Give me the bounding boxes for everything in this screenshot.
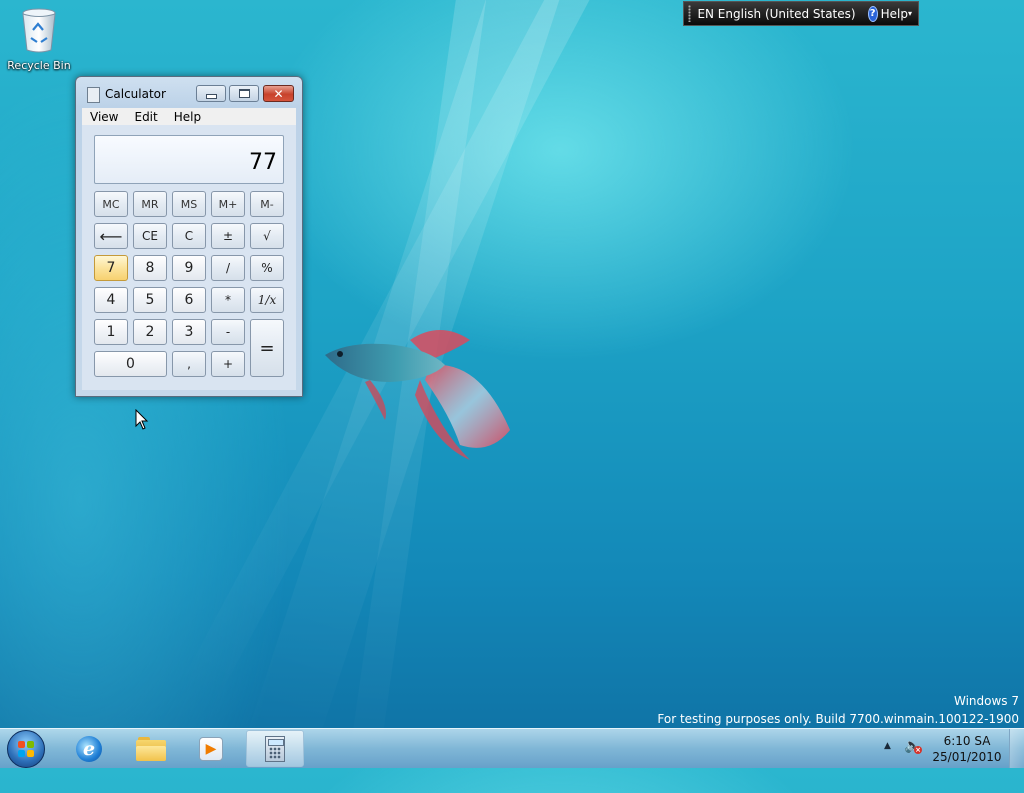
digit-3-button[interactable]: 3 bbox=[172, 319, 206, 345]
sqrt-button[interactable]: √ bbox=[250, 223, 284, 249]
digit-7-button[interactable]: 7 bbox=[94, 255, 128, 281]
equals-button[interactable]: = bbox=[250, 319, 284, 377]
media-player-icon: ▶ bbox=[199, 736, 223, 761]
clock[interactable]: 6:10 SA 25/01/2010 bbox=[930, 733, 1004, 765]
minimize-button[interactable] bbox=[196, 85, 226, 102]
menu-help[interactable]: Help bbox=[166, 110, 209, 124]
windows-logo-icon bbox=[18, 741, 34, 757]
divide-button[interactable]: / bbox=[211, 255, 245, 281]
m-plus-button[interactable]: M+ bbox=[211, 191, 245, 217]
digit-4-button[interactable]: 4 bbox=[94, 287, 128, 313]
recycle-bin-label: Recycle Bin bbox=[7, 59, 71, 72]
maximize-icon bbox=[238, 89, 250, 98]
taskbar: e ▶ ▲ 🔈 × 6:10 SA 25/01/2010 bbox=[0, 728, 1024, 768]
taskbar-media-player[interactable]: ▶ bbox=[183, 730, 239, 767]
m-minus-button[interactable]: M- bbox=[250, 191, 284, 217]
clear-button[interactable]: C bbox=[172, 223, 206, 249]
build-watermark-text: For testing purposes only. Build 7700.wi… bbox=[657, 712, 1019, 726]
taskbar-windows-explorer[interactable] bbox=[123, 730, 179, 767]
maximize-button[interactable] bbox=[229, 85, 259, 102]
close-button[interactable]: ✕ bbox=[263, 85, 294, 102]
clock-date: 25/01/2010 bbox=[932, 750, 1002, 764]
mr-button[interactable]: MR bbox=[133, 191, 167, 217]
window-title: Calculator bbox=[105, 87, 166, 101]
menu-view[interactable]: View bbox=[82, 110, 126, 124]
taskbar-internet-explorer[interactable]: e bbox=[61, 730, 117, 767]
ms-button[interactable]: MS bbox=[172, 191, 206, 217]
recycle-bin-shortcut[interactable]: Recycle Bin bbox=[6, 6, 72, 72]
digit-8-button[interactable]: 8 bbox=[133, 255, 167, 281]
language-bar[interactable]: EN English (United States) ? Help ▾ bbox=[683, 1, 919, 26]
digit-2-button[interactable]: 2 bbox=[133, 319, 167, 345]
digit-5-button[interactable]: 5 bbox=[133, 287, 167, 313]
start-button[interactable] bbox=[7, 730, 45, 768]
mc-button[interactable]: MC bbox=[94, 191, 128, 217]
digit-0-button[interactable]: 0 bbox=[94, 351, 167, 377]
reciprocal-button[interactable]: 1/x bbox=[250, 287, 284, 313]
os-edition-text: Windows 7 bbox=[953, 694, 1019, 708]
grip-handle[interactable] bbox=[688, 5, 692, 22]
betta-fish-wallpaper bbox=[325, 330, 510, 460]
minimize-icon bbox=[205, 93, 217, 99]
digit-9-button[interactable]: 9 bbox=[172, 255, 206, 281]
close-icon: ✕ bbox=[273, 86, 284, 101]
menu-edit[interactable]: Edit bbox=[126, 110, 165, 124]
taskbar-calculator[interactable] bbox=[246, 730, 304, 767]
ce-button[interactable]: CE bbox=[133, 223, 167, 249]
recycle-bin-icon bbox=[22, 8, 56, 53]
decimal-button[interactable]: , bbox=[172, 351, 206, 377]
help-button[interactable]: Help bbox=[881, 7, 908, 21]
multiply-button[interactable]: * bbox=[211, 287, 245, 313]
calculator-window[interactable]: Calculator ✕ View Edit Help 77 MC MR MS … bbox=[75, 76, 303, 397]
negate-button[interactable]: ± bbox=[211, 223, 245, 249]
add-button[interactable]: + bbox=[211, 351, 245, 377]
result-display: 77 bbox=[94, 135, 284, 184]
percent-button[interactable]: % bbox=[250, 255, 284, 281]
calculator-icon bbox=[265, 735, 285, 762]
volume-muted-icon[interactable]: 🔈 × bbox=[904, 738, 922, 754]
backspace-button[interactable]: ⟵ bbox=[94, 223, 128, 249]
windows-explorer-icon bbox=[136, 736, 166, 761]
calculator-body: 77 MC MR MS M+ M- ⟵ CE C ± √ 7 8 9 / % 4… bbox=[82, 125, 296, 390]
show-desktop-button[interactable] bbox=[1009, 729, 1024, 768]
title-bar[interactable]: Calculator ✕ bbox=[76, 77, 302, 109]
digit-1-button[interactable]: 1 bbox=[94, 319, 128, 345]
internet-explorer-icon: e bbox=[76, 735, 102, 762]
mouse-cursor-icon bbox=[135, 409, 149, 430]
options-arrow-icon[interactable]: ▾ bbox=[908, 9, 912, 18]
input-language-button[interactable]: EN English (United States) bbox=[697, 7, 855, 21]
subtract-button[interactable]: - bbox=[211, 319, 245, 345]
calculator-app-icon bbox=[87, 87, 100, 103]
clock-time: 6:10 SA bbox=[943, 734, 991, 748]
display-value: 77 bbox=[249, 150, 277, 175]
show-hidden-icons-icon[interactable]: ▲ bbox=[884, 741, 891, 751]
digit-6-button[interactable]: 6 bbox=[172, 287, 206, 313]
help-icon[interactable]: ? bbox=[867, 5, 878, 22]
menu-bar: View Edit Help bbox=[82, 108, 296, 125]
